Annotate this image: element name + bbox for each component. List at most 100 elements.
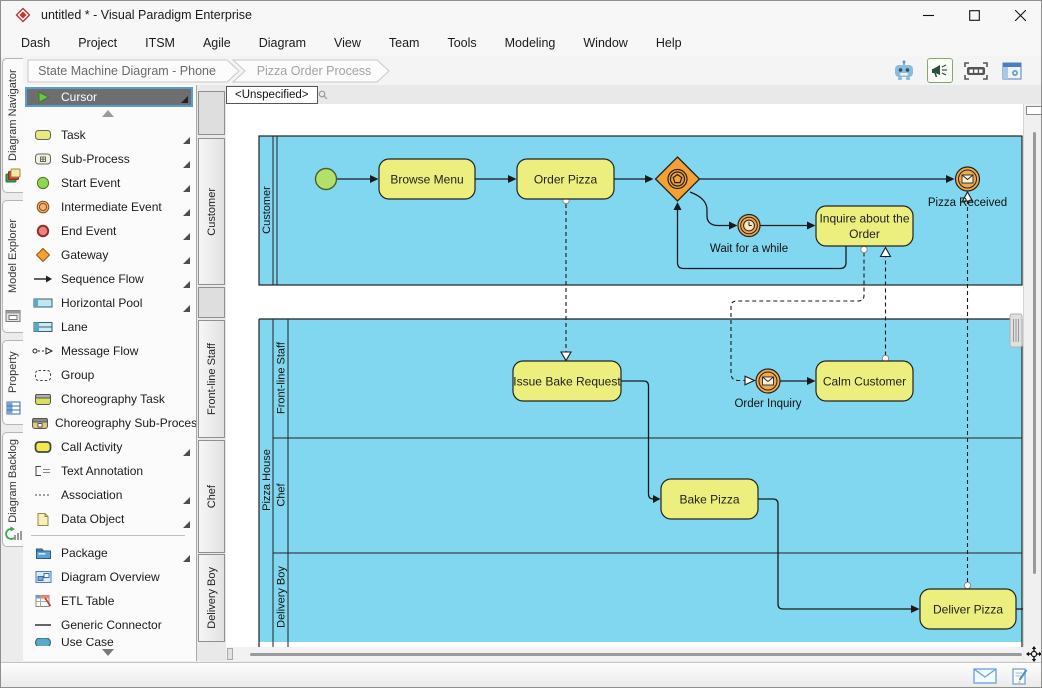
horizontal-scrollbar[interactable] — [226, 647, 1023, 661]
palette-item-message-flow[interactable]: Message Flow — [25, 340, 193, 362]
palette-item-etl-table[interactable]: ETL Table — [25, 590, 193, 612]
filmstrip-frame-icon[interactable] — [963, 58, 989, 83]
maximize-button[interactable] — [951, 1, 997, 29]
edit-document-icon[interactable] — [1011, 667, 1029, 686]
palette-item-start-event[interactable]: Start Event — [25, 172, 193, 194]
task-order-pizza[interactable]: Order Pizza — [517, 159, 614, 199]
menu-itsm[interactable]: ITSM — [145, 36, 175, 50]
submenu-corner — [181, 96, 188, 103]
palette-item-data-object[interactable]: Data Object — [25, 508, 193, 530]
submenu-corner — [183, 305, 190, 312]
task-deliver-pizza[interactable]: Deliver Pizza — [920, 589, 1016, 629]
svg-text:Calm Customer: Calm Customer — [823, 375, 906, 389]
palette-item-sequence-flow[interactable]: Sequence Flow — [25, 268, 193, 290]
call-activity-icon — [31, 440, 55, 454]
palette-item-task[interactable]: Task — [25, 124, 193, 146]
tab-diagram-backlog[interactable]: Diagram Backlog — [2, 432, 23, 547]
menu-view[interactable]: View — [334, 36, 361, 50]
palette-item-association[interactable]: Association — [25, 484, 193, 506]
palette-item-choreography-sub-process[interactable]: Choreography Sub-Process — [25, 412, 193, 434]
minimize-button[interactable] — [905, 1, 951, 29]
submenu-corner — [183, 161, 190, 168]
palette-item-text-annotation[interactable]: Text Annotation — [25, 460, 193, 482]
canvas-tab-unspecified[interactable]: <Unspecified> — [226, 86, 318, 104]
row-header-front-line-staff[interactable]: Front-line Staff — [198, 320, 225, 438]
choreography-task-icon — [31, 393, 55, 406]
palette-item-gateway[interactable]: Gateway — [25, 244, 193, 266]
panel-collapse-grip[interactable] — [1010, 314, 1022, 347]
start-event[interactable] — [316, 169, 337, 190]
magnifier-icon[interactable] — [318, 90, 328, 100]
palette-item-choreography-task[interactable]: Choreography Task — [25, 388, 193, 410]
menu-dash[interactable]: Dash — [21, 36, 50, 50]
row-header-blank[interactable] — [198, 91, 225, 135]
app-window: untitled * - Visual Paradigm Enterprise … — [0, 0, 1042, 688]
layout-panel-icon[interactable] — [999, 58, 1025, 83]
message-envelope-icon[interactable] — [973, 668, 997, 684]
pool-customer-label: Customer — [261, 186, 273, 234]
menu-modeling[interactable]: Modeling — [505, 36, 556, 50]
task-browse-menu[interactable]: Browse Menu — [379, 159, 475, 199]
palette-item-diagram-overview[interactable]: Diagram Overview — [25, 566, 193, 588]
cursor-icon — [33, 90, 53, 104]
menu-diagram[interactable]: Diagram — [259, 36, 306, 50]
palette-item-use-case[interactable]: Use Case — [25, 638, 193, 646]
palette-item-intermediate-event[interactable]: Intermediate Event — [25, 196, 193, 218]
palette-scroll-down[interactable] — [23, 649, 193, 656]
palette-item-cursor[interactable]: Cursor — [25, 87, 193, 107]
vertical-scrollbar[interactable] — [1023, 104, 1042, 647]
breadcrumb-label-1[interactable]: State Machine Diagram - Phone — [38, 64, 216, 78]
task-issue-bake-request[interactable]: Issue Bake Request — [513, 361, 621, 401]
row-header-customer[interactable]: Customer — [198, 138, 225, 285]
palette-item-package[interactable]: Package — [25, 542, 193, 564]
etl-table-icon — [31, 594, 55, 608]
diagram-canvas[interactable]: Customer Pizza House Front-line Staff Ch… — [226, 104, 1023, 647]
menu-help[interactable]: Help — [656, 36, 682, 50]
palette-item-generic-connector[interactable]: Generic Connector — [25, 614, 193, 636]
palette-item-horizontal-pool[interactable]: Horizontal Pool — [25, 292, 193, 314]
tab-property[interactable]: Property — [2, 340, 23, 425]
sub-process-icon — [31, 152, 55, 166]
palette-item-end-event[interactable]: End Event — [25, 220, 193, 242]
task-bake-pizza[interactable]: Bake Pizza — [661, 479, 758, 519]
palette-scroll-up[interactable] — [23, 110, 193, 117]
window-title: untitled * - Visual Paradigm Enterprise — [41, 8, 252, 22]
palette-item-lane[interactable]: Lane — [25, 316, 193, 338]
submenu-corner — [183, 281, 190, 288]
menu-tools[interactable]: Tools — [447, 36, 476, 50]
vertical-scrollbar-thumb[interactable] — [1033, 132, 1036, 574]
close-button[interactable] — [997, 1, 1042, 29]
lane-row-headers: Customer Front-line Staff Chef Delivery … — [197, 85, 226, 661]
end-event-icon — [31, 224, 55, 238]
assistant-robot-icon[interactable] — [891, 58, 917, 83]
task-calm-customer[interactable]: Calm Customer — [816, 361, 913, 401]
palette-item-call-activity[interactable]: Call Activity — [25, 436, 193, 458]
task-inquire-about-the-order[interactable]: Inquire about the Order — [816, 206, 913, 246]
row-header-chef[interactable]: Chef — [198, 440, 225, 553]
tab-diagram-navigator[interactable]: Diagram Navigator — [2, 58, 23, 193]
menu-project[interactable]: Project — [78, 36, 117, 50]
submenu-corner — [183, 497, 190, 504]
menu-team[interactable]: Team — [389, 36, 420, 50]
horizontal-scrollbar-grip[interactable] — [227, 648, 233, 660]
horizontal-scrollbar-thumb[interactable] — [250, 653, 1022, 656]
announcement-megaphone-icon[interactable] — [927, 58, 953, 83]
breadcrumb: State Machine Diagram - Phone Pizza Orde… — [27, 59, 427, 83]
pan-tool-icon[interactable] — [1024, 645, 1042, 663]
lane-chef-label: Chef — [276, 482, 288, 506]
tab-model-explorer[interactable]: Model Explorer — [2, 200, 23, 333]
palette-item-sub-process[interactable]: Sub-Process — [25, 148, 193, 170]
palette-item-group[interactable]: Group — [25, 364, 193, 386]
menu-window[interactable]: Window — [583, 36, 627, 50]
submenu-corner — [183, 209, 190, 216]
submenu-corner — [183, 137, 190, 144]
submenu-corner — [183, 521, 190, 528]
pool-pizza-house-label: Pizza House — [261, 449, 273, 511]
svg-text:Bake Pizza: Bake Pizza — [679, 493, 739, 507]
breadcrumb-label-2[interactable]: Pizza Order Process — [257, 64, 372, 78]
row-header-delivery-boy[interactable]: Delivery Boy — [198, 554, 225, 642]
menu-agile[interactable]: Agile — [203, 36, 231, 50]
palette-separator — [31, 535, 185, 536]
row-header-blank[interactable] — [198, 287, 225, 318]
page-corner-widget[interactable] — [1026, 106, 1042, 115]
